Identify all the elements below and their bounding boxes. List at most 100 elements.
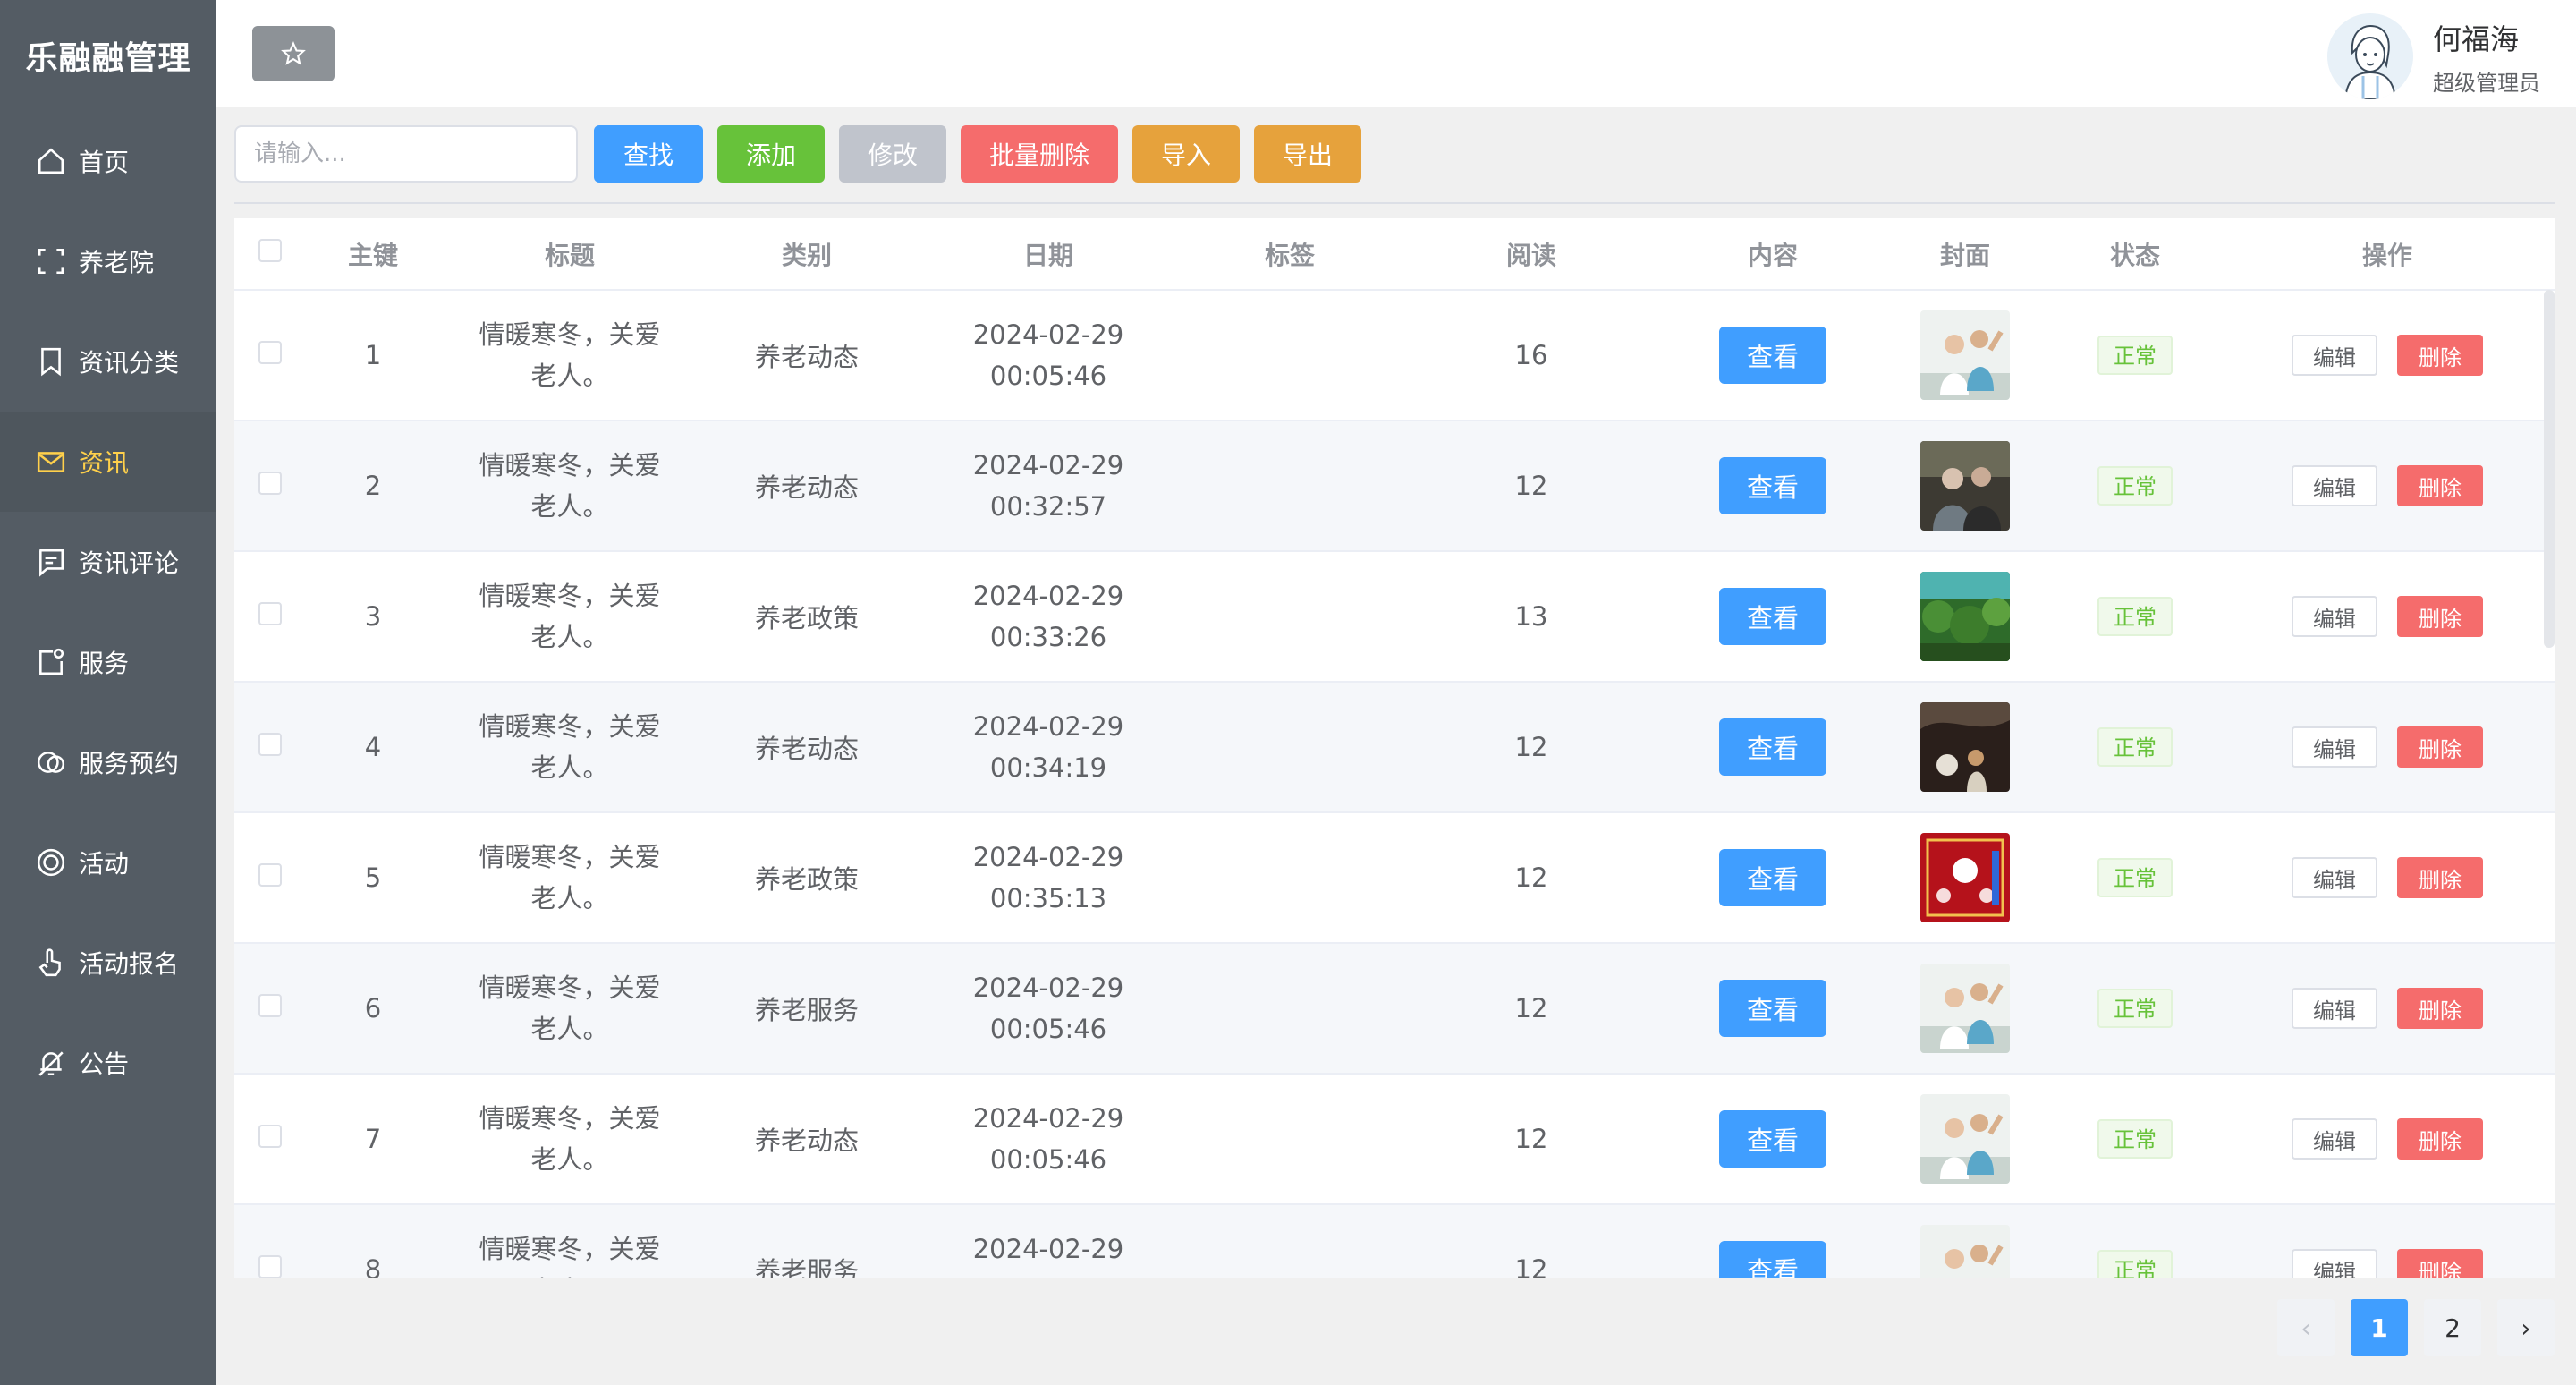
cell-title-line1: 情暖寒冬，关爱 — [479, 450, 661, 480]
row-edit-button[interactable]: 编辑 — [2292, 857, 2377, 898]
sidebar-item-notice[interactable]: 公告 — [0, 1013, 216, 1113]
status-badge: 正常 — [2097, 989, 2173, 1028]
search-button[interactable]: 查找 — [594, 125, 703, 183]
sidebar-item-nursing-home[interactable]: 养老院 — [0, 211, 216, 311]
sidebar-item-service[interactable]: 服务 — [0, 612, 216, 712]
row-edit-button[interactable]: 编辑 — [2292, 726, 2377, 768]
row-checkbox[interactable] — [258, 733, 282, 756]
cell-id: 7 — [364, 1124, 382, 1154]
avatar[interactable] — [2327, 13, 2413, 99]
col-title: 标题 — [440, 218, 699, 291]
prev-page-button[interactable]: ‹ — [2277, 1299, 2334, 1356]
table-row[interactable]: 8情暖寒冬，关爱老人。养老服务2024-02-2900:05:4612查看正常编… — [234, 1204, 2555, 1278]
col-actions: 操作 — [2220, 218, 2555, 291]
cover-image[interactable] — [1920, 310, 2010, 400]
col-reads: 阅读 — [1397, 218, 1665, 291]
row-checkbox[interactable] — [258, 472, 282, 495]
batch-delete-button[interactable]: 批量删除 — [961, 125, 1118, 183]
cell-title-line1: 情暖寒冬，关爱 — [479, 1103, 661, 1134]
cell-status: 正常 — [2050, 290, 2220, 421]
header-select-all[interactable] — [234, 218, 306, 291]
view-content-button[interactable]: 查看 — [1719, 980, 1826, 1037]
row-delete-button[interactable]: 删除 — [2397, 596, 2483, 637]
table-row[interactable]: 4 情暖寒冬，关爱 老人。 养老动态 2024-02-29 00:34:19 12 查看 正常 编… — [234, 682, 2555, 812]
row-checkbox[interactable] — [258, 341, 282, 364]
row-checkbox[interactable] — [258, 994, 282, 1017]
search-input[interactable] — [234, 125, 578, 183]
select-all-checkbox[interactable] — [258, 239, 282, 262]
cell-cover — [1880, 682, 2050, 812]
table-row[interactable]: 5 情暖寒冬，关爱 老人。 养老政策 2024-02-29 00:35:13 12 查看 正常 编… — [234, 812, 2555, 943]
import-button[interactable]: 导入 — [1132, 125, 1240, 183]
sidebar-item-service-booking[interactable]: 服务预约 — [0, 712, 216, 812]
row-checkbox[interactable] — [258, 863, 282, 887]
row-select-cell[interactable] — [234, 1074, 306, 1204]
row-delete-button[interactable]: 删除 — [2397, 857, 2483, 898]
row-select-cell[interactable] — [234, 682, 306, 812]
table-row[interactable]: 1 情暖寒冬，关爱 老人。 养老动态 2024-02-29 00:05:46 16 查看 正常 编… — [234, 290, 2555, 421]
row-delete-button[interactable]: 删除 — [2397, 726, 2483, 768]
view-content-button[interactable]: 查看 — [1719, 588, 1826, 645]
next-page-button[interactable]: › — [2497, 1299, 2555, 1356]
row-edit-button[interactable]: 编辑 — [2292, 1249, 2377, 1278]
row-select-cell[interactable] — [234, 421, 306, 551]
cell-content: 查看 — [1665, 1204, 1880, 1278]
sidebar-item-news-comments[interactable]: 资讯评论 — [0, 512, 216, 612]
cell-reads: 12 — [1514, 471, 1548, 501]
row-delete-button[interactable]: 删除 — [2397, 988, 2483, 1029]
row-checkbox[interactable] — [258, 1255, 282, 1278]
cover-image[interactable] — [1920, 572, 2010, 661]
status-badge: 正常 — [2097, 1250, 2173, 1278]
row-edit-button[interactable]: 编辑 — [2292, 465, 2377, 506]
cover-image[interactable] — [1920, 702, 2010, 792]
sidebar-item-activity[interactable]: 活动 — [0, 812, 216, 913]
table-row[interactable]: 2 情暖寒冬，关爱 老人。 养老动态 2024-02-29 00:32:57 12 查看 正常 编… — [234, 421, 2555, 551]
col-cover: 封面 — [1880, 218, 2050, 291]
sidebar-item-news[interactable]: 资讯 — [0, 412, 216, 512]
view-content-button[interactable]: 查看 — [1719, 1110, 1826, 1168]
view-content-button[interactable]: 查看 — [1719, 1241, 1826, 1278]
row-checkbox[interactable] — [258, 602, 282, 625]
add-button[interactable]: 添加 — [717, 125, 825, 183]
cell-category: 养老动态 — [754, 342, 859, 372]
status-badge: 正常 — [2097, 336, 2173, 375]
row-select-cell[interactable] — [234, 1204, 306, 1278]
sidebar-item-news-category[interactable]: 资讯分类 — [0, 311, 216, 412]
row-delete-button[interactable]: 删除 — [2397, 465, 2483, 506]
row-edit-button[interactable]: 编辑 — [2292, 596, 2377, 637]
cover-image[interactable] — [1920, 964, 2010, 1053]
table-row[interactable]: 3 情暖寒冬，关爱 老人。 养老政策 2024-02-29 00:33:26 13 查看 正常 编… — [234, 551, 2555, 682]
view-content-button[interactable]: 查看 — [1719, 327, 1826, 384]
cover-image[interactable] — [1920, 833, 2010, 922]
view-content-button[interactable]: 查看 — [1719, 718, 1826, 776]
sidebar-item-activity-signup[interactable]: 活动报名 — [0, 913, 216, 1013]
row-edit-button[interactable]: 编辑 — [2292, 1118, 2377, 1160]
cover-image[interactable] — [1920, 1094, 2010, 1184]
favorite-button[interactable] — [252, 26, 335, 81]
table-scrollbar[interactable] — [2544, 290, 2555, 648]
page-1-button[interactable]: 1 — [2351, 1299, 2408, 1356]
cell-title: 情暖寒冬，关爱老人。 — [440, 551, 699, 682]
row-select-cell[interactable] — [234, 812, 306, 943]
view-content-button[interactable]: 查看 — [1719, 457, 1826, 514]
table-row[interactable]: 7 情暖寒冬，关爱 老人。 养老动态 2024-02-29 00:05:46 12 查看 正常 编… — [234, 1074, 2555, 1204]
row-checkbox[interactable] — [258, 1125, 282, 1148]
export-button[interactable]: 导出 — [1254, 125, 1361, 183]
user-info[interactable]: 何福海 超级管理员 — [2327, 13, 2540, 99]
row-edit-button[interactable]: 编辑 — [2292, 335, 2377, 376]
page-2-button[interactable]: 2 — [2424, 1299, 2481, 1356]
sidebar-item-home[interactable]: 首页 — [0, 111, 216, 211]
row-select-cell[interactable] — [234, 943, 306, 1074]
view-content-button[interactable]: 查看 — [1719, 849, 1826, 906]
row-delete-button[interactable]: 删除 — [2397, 335, 2483, 376]
cover-image[interactable] — [1920, 441, 2010, 531]
row-delete-button[interactable]: 删除 — [2397, 1249, 2483, 1278]
table-row[interactable]: 6 情暖寒冬，关爱 老人。 养老服务 2024-02-29 00:05:46 12 查看 正常 编… — [234, 943, 2555, 1074]
edit-button[interactable]: 修改 — [839, 125, 946, 183]
row-edit-button[interactable]: 编辑 — [2292, 988, 2377, 1029]
row-delete-button[interactable]: 删除 — [2397, 1118, 2483, 1160]
row-select-cell[interactable] — [234, 290, 306, 421]
row-select-cell[interactable] — [234, 551, 306, 682]
toolbar-divider — [234, 202, 2555, 204]
cover-image[interactable] — [1920, 1225, 2010, 1278]
